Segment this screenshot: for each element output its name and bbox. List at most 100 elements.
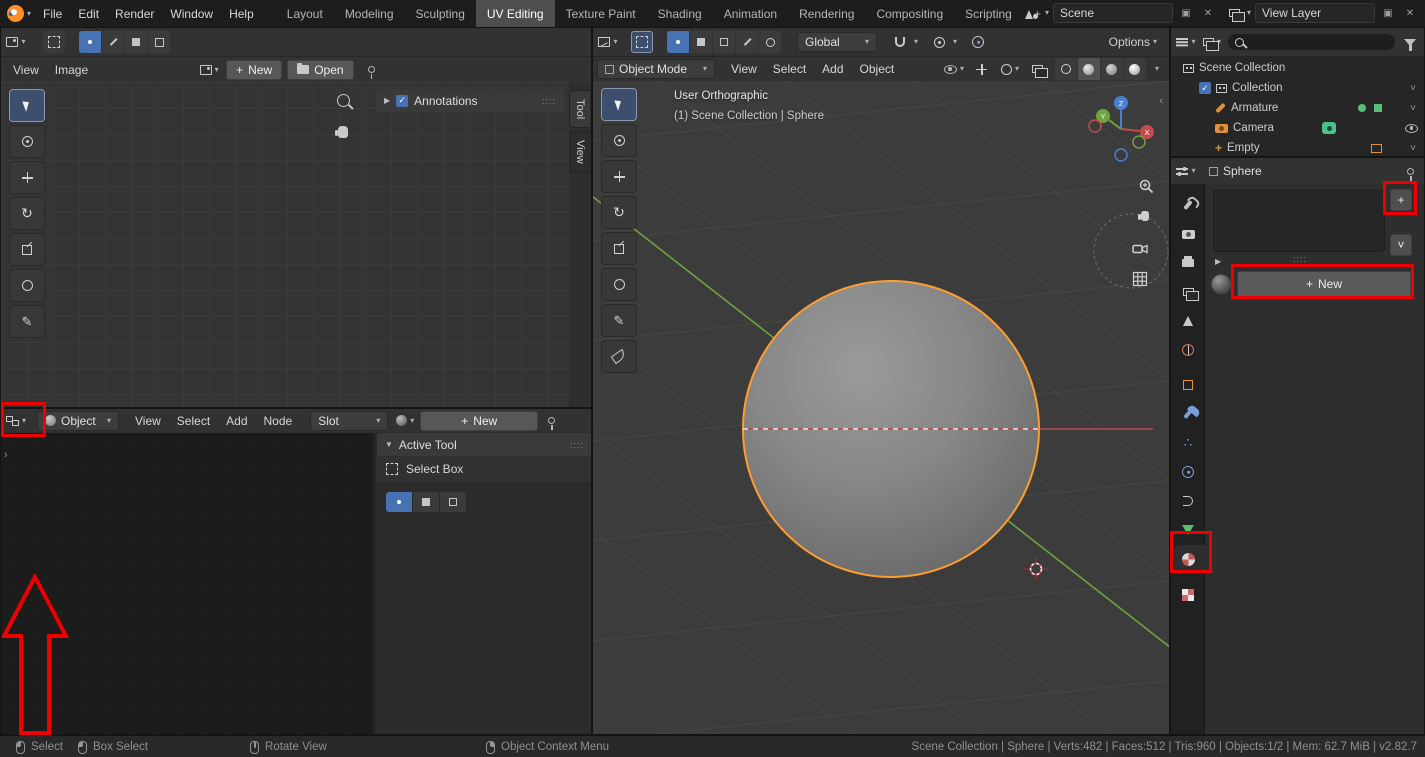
image-new-button[interactable]: +New bbox=[226, 60, 282, 80]
vp-menu-view[interactable]: View bbox=[723, 62, 765, 76]
tab-modifiers[interactable] bbox=[1171, 401, 1205, 427]
chevron-down-icon[interactable]: ˅ bbox=[1410, 103, 1416, 114]
editor-type-shader-icon[interactable]: ▾ bbox=[5, 410, 27, 432]
show-overlays-button[interactable]: ▾ bbox=[999, 58, 1021, 80]
tab-compositing[interactable]: Compositing bbox=[865, 0, 954, 27]
tab-particles[interactable]: ∴ bbox=[1171, 430, 1205, 456]
tab-scripting[interactable]: Scripting bbox=[954, 0, 1023, 27]
scene-unlink-icon[interactable]: ✕ bbox=[1199, 3, 1217, 23]
tab-layout[interactable]: Layout bbox=[276, 0, 334, 27]
uv-zoom-gizmo[interactable] bbox=[337, 94, 350, 110]
shading-material-button[interactable] bbox=[1101, 58, 1123, 80]
transform-orientation-selector[interactable]: Global ▾ bbox=[797, 32, 877, 52]
shading-solid-button[interactable] bbox=[1078, 58, 1100, 80]
shader-menu-add[interactable]: Add bbox=[218, 414, 255, 428]
active-tool-panel-header[interactable]: ▼ Active Tool :::: bbox=[377, 433, 592, 456]
tab-scene[interactable] bbox=[1171, 308, 1205, 334]
shader-menu-view[interactable]: View bbox=[127, 414, 169, 428]
new-material-button[interactable]: + New bbox=[1237, 271, 1411, 297]
camera-view-gizmo[interactable] bbox=[1133, 246, 1147, 253]
active-tool-grip[interactable]: :::: bbox=[570, 440, 584, 450]
view-layer-selector[interactable]: View Layer bbox=[1255, 3, 1375, 23]
uv-tool-rotate[interactable]: ↻ bbox=[9, 197, 45, 230]
filter-funnel-icon[interactable] bbox=[1404, 39, 1416, 46]
mode-new-button[interactable] bbox=[386, 492, 412, 512]
shading-wireframe-button[interactable] bbox=[1055, 58, 1077, 80]
pose-icon[interactable] bbox=[1358, 104, 1366, 112]
editor-type-image-icon[interactable]: ▾ bbox=[5, 31, 27, 53]
mode-extend-button[interactable] bbox=[413, 492, 439, 512]
vp-tool-rotate[interactable]: ↻ bbox=[601, 196, 637, 229]
uv-menu-view[interactable]: View bbox=[5, 63, 47, 77]
slot-list-grip[interactable]: :::: bbox=[1293, 254, 1307, 264]
shading-rendered-button[interactable] bbox=[1124, 58, 1146, 80]
add-material-slot-button[interactable]: + bbox=[1390, 189, 1412, 211]
blender-menu-arrow[interactable]: ▾ bbox=[27, 10, 31, 18]
proportional-arrow[interactable]: ▾ bbox=[953, 38, 957, 46]
outliner-display-mode-button[interactable]: ▾ bbox=[1201, 31, 1223, 53]
annotations-checkbox[interactable]: ✓ bbox=[396, 95, 408, 107]
image-browse-button[interactable]: ▾ bbox=[198, 59, 220, 81]
uv-select-mode-intersect-button[interactable] bbox=[148, 31, 170, 53]
chevron-down-icon[interactable]: ˅ bbox=[1410, 83, 1416, 94]
tab-object[interactable] bbox=[1171, 372, 1205, 398]
pin-icon[interactable] bbox=[368, 66, 375, 73]
image-open-button[interactable]: Open bbox=[287, 60, 353, 80]
viewport-canvas[interactable]: Z Y X bbox=[593, 81, 1169, 734]
material-browse-button[interactable]: ▾ bbox=[394, 410, 416, 432]
uv-sidebar-tab-view[interactable]: View bbox=[569, 131, 590, 173]
menu-edit[interactable]: Edit bbox=[70, 7, 107, 21]
sidebar-expand-arrow[interactable]: ‹ bbox=[1159, 95, 1163, 107]
navigation-gizmo[interactable]: Z Y X bbox=[1089, 96, 1154, 161]
uv-active-tool-icon[interactable] bbox=[43, 31, 65, 53]
editor-type-3d-icon[interactable]: ▾ bbox=[597, 31, 619, 53]
proportional-edit-button[interactable] bbox=[928, 31, 950, 53]
eye-icon[interactable] bbox=[1405, 124, 1418, 133]
slot-expander-icon[interactable]: ▶ bbox=[1215, 257, 1221, 266]
tab-output[interactable] bbox=[1171, 250, 1205, 276]
tab-modeling[interactable]: Modeling bbox=[334, 0, 405, 27]
shader-canvas[interactable]: › bbox=[1, 433, 374, 734]
toolbar-expand-arrow[interactable]: › bbox=[4, 449, 8, 461]
vp-tool-annotate[interactable]: ✎ bbox=[601, 304, 637, 337]
tab-shading[interactable]: Shading bbox=[647, 0, 713, 27]
tab-texture[interactable] bbox=[1171, 582, 1205, 608]
shader-type-selector[interactable]: Object ▾ bbox=[37, 411, 119, 431]
vp-menu-add[interactable]: Add bbox=[814, 62, 851, 76]
scene-duplicate-icon[interactable]: ▣ bbox=[1177, 3, 1195, 23]
camera-data-icon[interactable] bbox=[1322, 122, 1336, 134]
panel-expand-icon[interactable]: ▶ bbox=[384, 96, 390, 105]
tab-render[interactable] bbox=[1171, 221, 1205, 247]
view-layer-browse-arrow[interactable]: ▾ bbox=[1247, 9, 1251, 17]
outliner-row-armature[interactable]: Armature ˅ bbox=[1171, 98, 1424, 118]
uv-tool-transform[interactable] bbox=[9, 269, 45, 302]
chevron-down-icon[interactable]: ˅ bbox=[1410, 143, 1416, 154]
collection-checkbox[interactable]: ✓ bbox=[1199, 82, 1211, 94]
shading-options-arrow[interactable]: ▾ bbox=[1155, 65, 1159, 73]
tab-rendering[interactable]: Rendering bbox=[788, 0, 865, 27]
outliner-search-input[interactable] bbox=[1227, 33, 1396, 51]
tab-constraints[interactable] bbox=[1171, 488, 1205, 514]
vp-mode-subtract-button[interactable] bbox=[713, 31, 735, 53]
uv-tool-cursor[interactable] bbox=[9, 125, 45, 158]
tab-object-data[interactable] bbox=[1171, 517, 1205, 543]
vp-tool-cursor[interactable] bbox=[601, 124, 637, 157]
shader-menu-select[interactable]: Select bbox=[169, 414, 218, 428]
active-tool-row[interactable]: Select Box bbox=[376, 456, 592, 482]
gizmo-extra-button[interactable] bbox=[967, 31, 989, 53]
uv-menu-image[interactable]: Image bbox=[47, 63, 96, 77]
menu-file[interactable]: File bbox=[35, 7, 70, 21]
shader-menu-node[interactable]: Node bbox=[256, 414, 301, 428]
tab-physics[interactable] bbox=[1171, 459, 1205, 485]
properties-pin-icon[interactable] bbox=[1407, 168, 1414, 175]
editor-type-outliner-icon[interactable]: ▾ bbox=[1175, 31, 1197, 53]
armature-data-icon[interactable] bbox=[1374, 104, 1382, 112]
uv-tool-annotate[interactable]: ✎ bbox=[9, 305, 45, 338]
xray-toggle-button[interactable] bbox=[1027, 58, 1049, 80]
tab-animation[interactable]: Animation bbox=[713, 0, 788, 27]
uv-tool-scale[interactable] bbox=[9, 233, 45, 266]
menu-help[interactable]: Help bbox=[221, 7, 262, 21]
vp-tool-select-box[interactable] bbox=[601, 88, 637, 121]
scene-selector[interactable]: Scene bbox=[1053, 3, 1173, 23]
vp-tool-scale[interactable] bbox=[601, 232, 637, 265]
